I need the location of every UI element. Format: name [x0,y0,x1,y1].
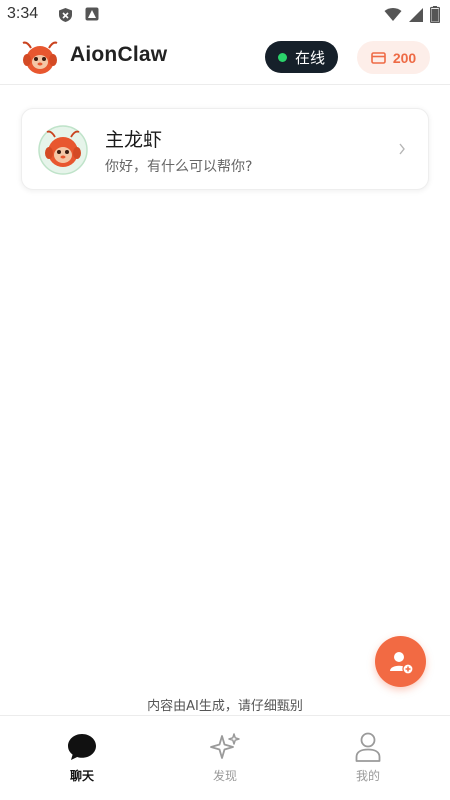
nav-label-discover: 发现 [212,769,237,783]
nav-item-discover[interactable]: 发现 [175,730,275,784]
ai-disclaimer: 内容由AI生成，请仔细甄别 [147,699,303,714]
status-time: 3:34 [7,5,39,22]
signal-icon [409,7,423,22]
status-left-icons [58,7,99,23]
contact-card[interactable]: 主龙虾 你好，有什么可以帮你? [21,108,429,190]
contact-preview: 你好，有什么可以帮你? [105,159,253,175]
nav-label-chat: 聊天 [69,769,94,783]
app-notification-icon [85,7,99,21]
status-right-icons [384,6,440,23]
person-icon [355,732,381,762]
wifi-icon [384,8,402,21]
add-contact-button[interactable] [375,636,426,687]
app-title: AionClaw [70,43,168,66]
lobster-logo-icon [22,41,58,74]
contact-name: 主龙虾 [105,129,163,151]
online-dot-icon [277,52,287,62]
online-status-label: 在线 [294,48,325,67]
sparkle-icon [210,733,240,759]
shield-x-icon [59,8,72,22]
add-person-icon [389,651,414,675]
status-bar: 3:34 [0,0,450,30]
chat-bubble-icon [68,734,96,760]
nav-label-me: 我的 [355,769,380,783]
bottom-nav: 聊天 发现 我的 [0,715,450,800]
online-status-pill[interactable]: 在线 [265,41,338,73]
battery-icon [430,6,440,23]
card-icon [371,51,386,64]
app-header: AionClaw 在线 200 [0,30,450,85]
nav-item-me[interactable]: 我的 [318,730,418,784]
credits-button[interactable]: 200 [357,41,430,74]
nav-item-chat[interactable]: 聊天 [32,730,132,784]
chevron-right-icon [399,143,405,155]
lobster-avatar-icon [38,125,88,175]
credits-value: 200 [392,49,417,66]
